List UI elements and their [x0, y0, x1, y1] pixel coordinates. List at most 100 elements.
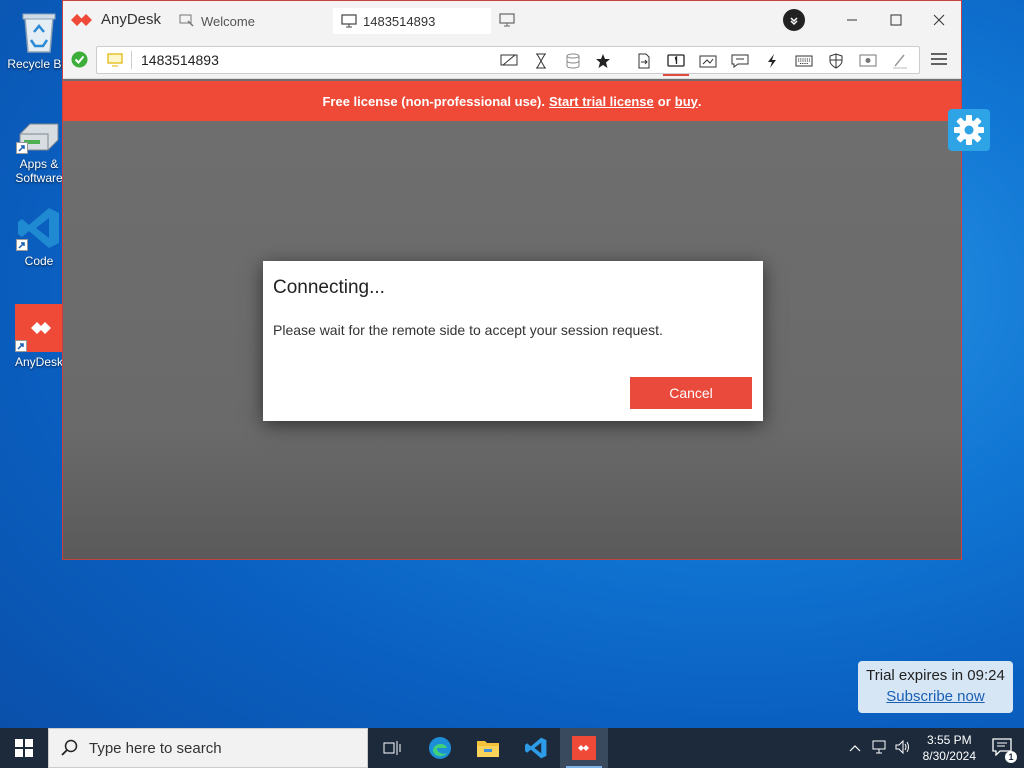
start-button[interactable]: [0, 728, 48, 768]
record-icon: [859, 54, 877, 67]
windows-logo-icon: [15, 739, 33, 757]
keyboard-button[interactable]: [794, 53, 814, 69]
new-session-icon: [499, 13, 515, 27]
tab-label: Welcome: [201, 13, 255, 29]
minimize-icon: [847, 19, 857, 21]
keyboard-icon: [795, 55, 813, 67]
app-name: AnyDesk: [101, 11, 162, 28]
address-bar: 1483514893: [63, 39, 961, 79]
star-icon: [596, 54, 610, 68]
view-mode-button[interactable]: [499, 53, 519, 69]
anydesk-window: AnyDesk Welcome 1483514893 1483514893 Fr…: [62, 0, 962, 560]
anydesk-icon: [15, 304, 63, 352]
monitor-select-button[interactable]: [663, 53, 689, 76]
hourglass-icon: [536, 53, 546, 69]
clock-date: 8/30/2024: [922, 749, 976, 763]
permissions-button[interactable]: [826, 53, 846, 69]
taskbar: Type here to search 3:55 PM 8/30/2024 1: [0, 728, 1024, 768]
cancel-button[interactable]: Cancel: [630, 377, 752, 409]
app-brand: AnyDesk: [71, 11, 161, 28]
vscode-icon: [525, 737, 547, 759]
screen-off-icon: [500, 54, 518, 66]
clock-time: 3:55 PM: [926, 733, 972, 747]
connecting-dialog: Connecting... Please wait for the remote…: [263, 261, 763, 421]
buy-link[interactable]: buy: [675, 94, 698, 109]
license-banner: Free license (non-professional use). Sta…: [63, 81, 961, 121]
drive-icon: [16, 120, 62, 154]
network-icon[interactable]: [871, 740, 887, 757]
search-placeholder: Type here to search: [89, 739, 222, 757]
system-tray: 3:55 PM 8/30/2024 1: [849, 728, 1024, 768]
maximize-icon: [890, 14, 902, 26]
anydesk-logo-icon: [71, 13, 92, 26]
anydesk-icon: [572, 736, 596, 760]
welcome-icon: [179, 14, 194, 27]
dialog-message: Please wait for the remote side to accep…: [273, 322, 663, 338]
connection-status-icon: [71, 51, 88, 68]
download-icon: [790, 17, 798, 26]
notification-icon[interactable]: 1: [992, 737, 1017, 763]
download-button[interactable]: [783, 9, 805, 31]
record-button[interactable]: [858, 53, 878, 69]
shield-icon: [829, 53, 843, 69]
clock[interactable]: 3:55 PM 8/30/2024: [923, 732, 976, 764]
close-button[interactable]: [928, 9, 950, 31]
session-timer-button[interactable]: [531, 53, 551, 69]
start-trial-link[interactable]: Start trial license: [549, 94, 654, 109]
taskbar-vscode[interactable]: [512, 728, 560, 768]
close-icon: [933, 14, 945, 26]
desk-icon: [107, 53, 123, 67]
settings-button[interactable]: [948, 109, 990, 151]
shortcut-arrow-icon: [16, 142, 28, 154]
banner-text: .: [697, 93, 702, 109]
subscribe-link[interactable]: Subscribe now: [858, 688, 1013, 705]
favorite-button[interactable]: [593, 53, 613, 69]
shortcut-arrow-icon: [16, 239, 28, 251]
new-tab-button[interactable]: [497, 9, 519, 31]
search-icon: [61, 739, 78, 756]
screenshot-button[interactable]: [698, 53, 718, 69]
file-transfer-button[interactable]: [634, 53, 654, 69]
taskbar-anydesk[interactable]: [560, 728, 608, 768]
database-button[interactable]: [563, 53, 583, 69]
trial-notice: Trial expires in 09:24 Subscribe now: [858, 661, 1013, 713]
file-transfer-icon: [638, 53, 650, 69]
database-icon: [566, 53, 580, 69]
gear-icon: [954, 115, 984, 145]
task-view-button[interactable]: [368, 728, 416, 768]
lightning-icon: [768, 54, 776, 68]
monitor-one-icon: [667, 54, 685, 67]
trial-text: Trial expires in 09:24: [866, 667, 1005, 684]
chat-button[interactable]: [730, 53, 750, 69]
pen-icon: [893, 54, 907, 69]
edge-icon: [429, 737, 451, 759]
minimize-button[interactable]: [841, 9, 863, 31]
recycle-bin-icon: [17, 8, 61, 54]
folder-icon: [477, 741, 499, 757]
task-view-icon: [383, 741, 401, 755]
remote-screen-area[interactable]: Connecting... Please wait for the remote…: [63, 121, 961, 559]
taskbar-edge[interactable]: [416, 728, 464, 768]
whiteboard-button[interactable]: [890, 53, 910, 69]
tab-welcome[interactable]: Welcome: [171, 8, 263, 34]
tab-session[interactable]: 1483514893: [333, 8, 491, 34]
screenshot-icon: [699, 55, 717, 68]
taskbar-search[interactable]: Type here to search: [48, 728, 368, 768]
monitor-icon: [341, 14, 357, 28]
shortcut-arrow-icon: [15, 340, 27, 352]
dialog-title: Connecting...: [273, 277, 385, 298]
vscode-icon: [16, 205, 62, 251]
tab-label: 1483514893: [363, 13, 436, 29]
maximize-button[interactable]: [885, 9, 907, 31]
banner-text: Free license (non-professional use).: [322, 93, 545, 109]
notification-badge: 1: [1005, 750, 1017, 763]
chevron-up-icon[interactable]: [849, 741, 861, 755]
taskbar-file-explorer[interactable]: [464, 728, 512, 768]
actions-button[interactable]: [762, 53, 782, 69]
menu-button[interactable]: [928, 48, 950, 70]
banner-text: or: [657, 93, 671, 109]
address-field[interactable]: 1483514893: [96, 46, 920, 76]
chat-icon: [731, 54, 749, 68]
address-value: 1483514893: [141, 52, 219, 68]
volume-icon[interactable]: [895, 739, 911, 757]
